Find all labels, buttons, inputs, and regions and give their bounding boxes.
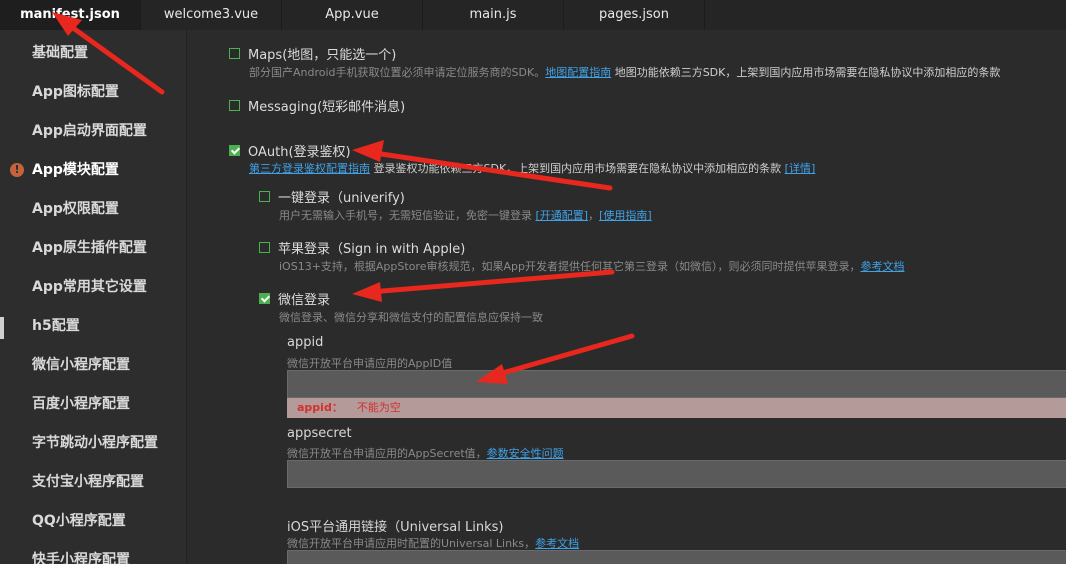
universal-links-doc-link[interactable]: 参考文档 (535, 537, 579, 550)
sidebar-item-app-splash[interactable]: App启动界面配置 (32, 119, 147, 143)
oauth-option[interactable]: OAuth(登录鉴权) (229, 141, 351, 160)
maps-option[interactable]: Maps(地图，只能选一个) (229, 44, 396, 63)
appid-input[interactable] (287, 370, 1066, 398)
maps-label: Maps(地图，只能选一个) (248, 48, 397, 63)
appid-error-message: appid： 不能为空 (287, 398, 1066, 418)
apple-desc-text: iOS13+支持，根据AppStore审核规范，如果App开发者提供任何其它第三… (279, 260, 861, 273)
universal-links-description: 微信开放平台申请应用时配置的Universal Links，参考文档 (287, 535, 579, 551)
editor-tab-bar: manifest.json welcome3.vue App.vue main.… (0, 0, 1066, 30)
appsecret-description: 微信开放平台申请应用的AppSecret值，参数安全性问题 (287, 445, 564, 461)
weixin-login-label: 微信登录 (278, 293, 331, 308)
tab-manifest-json[interactable]: manifest.json (0, 0, 141, 30)
tab-main-js[interactable]: main.js (423, 0, 564, 30)
maps-desc-text: 部分国产Android手机获取位置必须申请定位服务商的SDK。 (249, 66, 546, 79)
univerify-desc-text: 用户无需输入手机号，无需短信验证，免密一键登录 (279, 209, 536, 222)
apple-reference-doc-link[interactable]: 参考文档 (860, 260, 904, 273)
oauth-details-link[interactable]: [详情] (785, 162, 816, 175)
maps-desc-note: 地图功能依赖三方SDK，上架到国内应用市场需要在隐私协议中添加相应的条款 (611, 66, 1001, 79)
messaging-label: Messaging(短彩邮件消息) (248, 100, 406, 115)
apple-login-label: 苹果登录（Sign in with Apple) (278, 242, 466, 257)
sidebar-item-h5[interactable]: h5配置 (32, 314, 80, 338)
sidebar-item-app-other-settings[interactable]: App常用其它设置 (32, 275, 147, 299)
oauth-label: OAuth(登录鉴权) (248, 145, 351, 160)
appsecret-desc-text: 微信开放平台申请应用的AppSecret值， (287, 447, 487, 460)
weixin-login-checkbox[interactable] (259, 293, 270, 304)
univerify-guide-link[interactable]: [使用指南] (599, 209, 652, 222)
oauth-config-guide-link[interactable]: 第三方登录鉴权配置指南 (249, 162, 370, 175)
appid-description: 微信开放平台申请应用的AppID值 (287, 357, 453, 370)
error-field-key: appid： (297, 401, 343, 414)
param-security-link[interactable]: 参数安全性问题 (487, 447, 564, 460)
sidebar-item-toutiao-mp[interactable]: 字节跳动小程序配置 (32, 431, 158, 455)
sidebar-item-weixin-mp[interactable]: 微信小程序配置 (32, 353, 130, 377)
univerify-setup-link[interactable]: [开通配置] (536, 209, 589, 222)
universal-links-title: iOS平台通用链接（Universal Links) (287, 520, 504, 535)
warning-icon: ! (10, 163, 24, 177)
maps-description: 部分国产Android手机获取位置必须申请定位服务商的SDK。地图配置指南 地图… (249, 64, 1000, 80)
tab-pages-json[interactable]: pages.json (564, 0, 705, 30)
sidebar-item-alipay-mp[interactable]: 支付宝小程序配置 (32, 470, 144, 494)
sidebar-item-app-icon[interactable]: App图标配置 (32, 80, 119, 104)
sidebar-item-app-modules[interactable]: App模块配置 (32, 158, 119, 182)
univerify-option[interactable]: 一键登录（univerify) (259, 187, 405, 206)
oauth-desc-note: 登录鉴权功能依赖三方SDK，上架到国内应用市场需要在隐私协议中添加相应的条款 (370, 162, 785, 175)
tab-app-vue[interactable]: App.vue (282, 0, 423, 30)
universal-links-desc-text: 微信开放平台申请应用时配置的Universal Links， (287, 537, 536, 550)
apple-login-description: iOS13+支持，根据AppStore审核规范，如果App开发者提供任何其它第三… (279, 258, 904, 274)
sidebar-item-kuaishou-mp[interactable]: 快手小程序配置 (32, 548, 130, 564)
module-config-panel: Maps(地图，只能选一个) 部分国产Android手机获取位置必须申请定位服务… (187, 30, 1066, 564)
appsecret-input[interactable] (287, 460, 1066, 488)
tab-welcome3-vue[interactable]: welcome3.vue (141, 0, 282, 30)
univerify-separator: ， (588, 209, 600, 222)
weixin-login-option[interactable]: 微信登录 (259, 289, 330, 308)
appid-title: appid (287, 335, 324, 350)
error-text: 不能为空 (356, 401, 401, 414)
universal-links-input[interactable] (287, 550, 1066, 564)
sidebar-item-basic[interactable]: 基础配置 (32, 41, 88, 65)
oauth-description: 第三方登录鉴权配置指南 登录鉴权功能依赖三方SDK，上架到国内应用市场需要在隐私… (249, 160, 815, 176)
section-marker (0, 317, 4, 339)
univerify-label: 一键登录（univerify) (278, 191, 405, 206)
config-sidebar: 基础配置 App图标配置 App启动界面配置 ! App模块配置 App权限配置… (0, 30, 187, 564)
apple-login-option[interactable]: 苹果登录（Sign in with Apple) (259, 238, 465, 257)
sidebar-item-app-native-plugins[interactable]: App原生插件配置 (32, 236, 147, 260)
oauth-checkbox[interactable] (229, 145, 240, 156)
map-config-guide-link[interactable]: 地图配置指南 (545, 66, 611, 79)
appsecret-title: appsecret (287, 426, 352, 441)
apple-login-checkbox[interactable] (259, 242, 270, 253)
sidebar-item-qq-mp[interactable]: QQ小程序配置 (32, 509, 126, 533)
univerify-checkbox[interactable] (259, 191, 270, 202)
maps-checkbox[interactable] (229, 48, 240, 59)
weixin-login-description: 微信登录、微信分享和微信支付的配置信息应保持一致 (279, 311, 543, 324)
messaging-checkbox[interactable] (229, 100, 240, 111)
sidebar-item-app-permissions[interactable]: App权限配置 (32, 197, 119, 221)
sidebar-item-baidu-mp[interactable]: 百度小程序配置 (32, 392, 130, 416)
univerify-description: 用户无需输入手机号，无需短信验证，免密一键登录 [开通配置]，[使用指南] (279, 207, 652, 223)
messaging-option[interactable]: Messaging(短彩邮件消息) (229, 96, 405, 115)
